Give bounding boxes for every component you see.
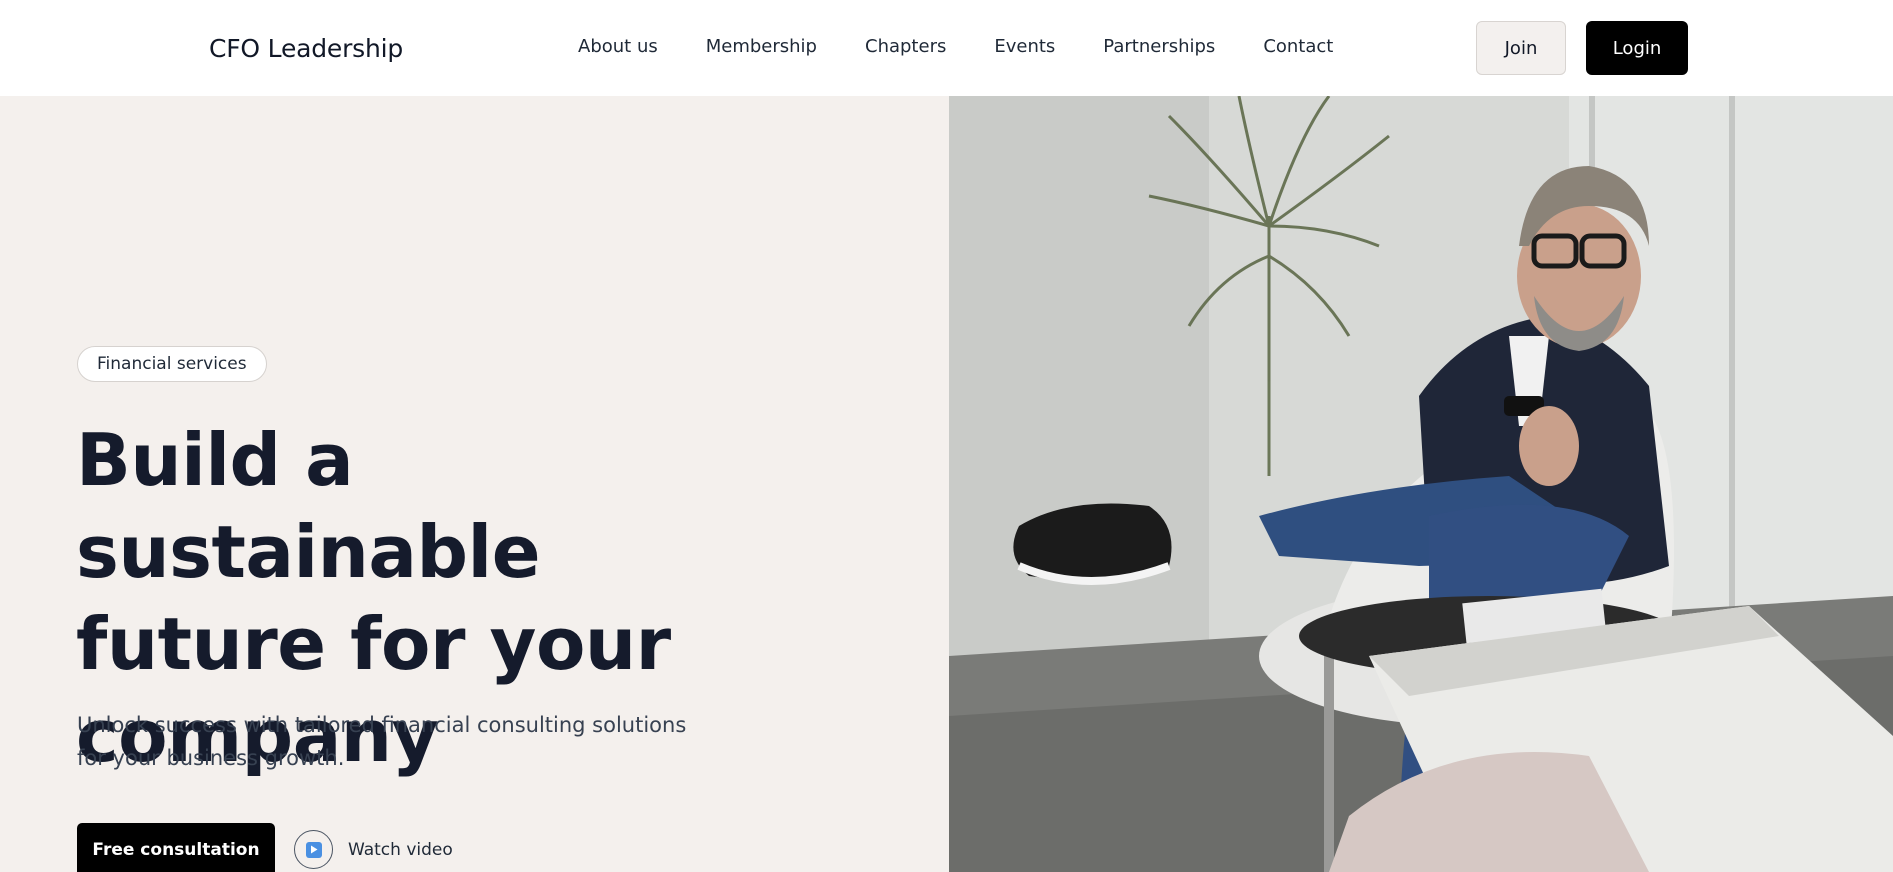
headline-line: future for your [76, 602, 671, 686]
hero-subtext: Unlock success with tailored financial c… [77, 713, 687, 770]
nav-contact[interactable]: Contact [1263, 36, 1333, 58]
main-nav: About us Membership Chapters Events Part… [578, 36, 1333, 58]
hero-photo-illustration [949, 96, 1893, 872]
play-icon [305, 841, 322, 858]
logo[interactable]: CFO Leadership [209, 34, 403, 63]
category-badge: Financial services [77, 346, 267, 382]
join-button[interactable]: Join [1476, 21, 1566, 75]
nav-membership[interactable]: Membership [706, 36, 817, 58]
login-button[interactable]: Login [1586, 21, 1688, 75]
nav-events[interactable]: Events [994, 36, 1055, 58]
site-header: CFO Leadership About us Membership Chapt… [0, 0, 1893, 96]
nav-about-us[interactable]: About us [578, 36, 658, 58]
watch-video-button[interactable]: Watch video [294, 830, 453, 869]
hero-section: Financial services Build a sustainable f… [0, 96, 949, 872]
hero-photo [949, 96, 1893, 872]
nav-partnerships[interactable]: Partnerships [1103, 36, 1215, 58]
play-button-circle[interactable] [294, 830, 333, 869]
free-consultation-button[interactable]: Free consultation [77, 823, 275, 872]
headline-line: Build a sustainable [76, 418, 541, 594]
nav-chapters[interactable]: Chapters [865, 36, 946, 58]
watch-video-label: Watch video [348, 839, 453, 860]
